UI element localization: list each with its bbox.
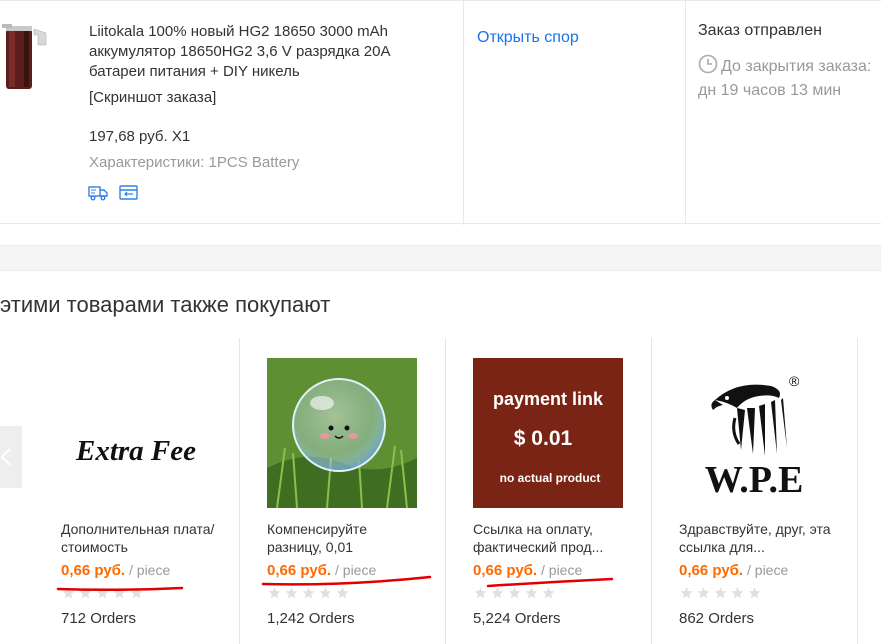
product-card[interactable]: payment link $ 0.01 no actual product Сс… [473, 338, 663, 644]
price-amount: 0,66 руб. [473, 562, 538, 579]
product-card[interactable]: ® W.P.E Здравствуйте, друг, эта ссылка д… [679, 338, 869, 644]
column-divider [685, 1, 686, 225]
clock-icon [698, 54, 718, 80]
price-unit: / piece [331, 562, 377, 578]
rating-stars [61, 586, 146, 600]
star-icon [78, 586, 93, 600]
star-icon [507, 586, 522, 600]
orders-count: 5,224 Orders [473, 610, 561, 627]
product-price: 0,66 руб. / piece [473, 562, 582, 579]
chevron-left-icon [0, 448, 22, 492]
product-card[interactable]: Компенсируйте разницу, 0,01 0,66 руб. / … [267, 338, 457, 644]
order-status: Заказ отправлен [698, 22, 822, 39]
price-amount: 0,66 руб. [61, 562, 126, 579]
star-icon [284, 586, 299, 600]
image-line-1: payment link [493, 389, 604, 409]
star-icon [524, 586, 539, 600]
product-title[interactable]: Здравствуйте, друг, эта ссылка для... [679, 520, 834, 556]
order-close-countdown: До закрытия заказа: дн 19 часов 13 мин [698, 54, 881, 101]
product-image[interactable]: ® W.P.E [679, 358, 829, 508]
orders-count: 862 Orders [679, 610, 755, 627]
rating-stars [679, 586, 764, 600]
star-icon [318, 586, 333, 600]
price-unit: / piece [743, 562, 789, 578]
product-image[interactable]: payment link $ 0.01 no actual product [473, 358, 623, 508]
product-price: 0,66 руб. / piece [679, 562, 788, 579]
product-price: 0,66 руб. / piece [267, 562, 376, 579]
star-icon [267, 586, 282, 600]
price-quantity: 197,68 руб. X1 [89, 128, 191, 145]
rating-stars [267, 586, 352, 600]
column-divider [463, 1, 464, 225]
order-snapshot-link[interactable]: [Скриншот заказа] [89, 89, 216, 106]
countdown-value: дн 19 часов 13 мин [698, 82, 842, 99]
image-line-2: $ 0.01 [514, 427, 573, 450]
star-icon [747, 586, 762, 600]
price-amount: 0,66 руб. [267, 562, 332, 579]
star-icon [95, 586, 110, 600]
product-title[interactable]: Liitokala 100% новый HG2 18650 3000 mAh … [89, 22, 434, 82]
carousel-prev-button[interactable] [0, 426, 22, 488]
star-icon [129, 586, 144, 600]
star-icon [61, 586, 76, 600]
recommendations-title: этими товарами также покупают [0, 292, 331, 317]
order-row: Liitokala 100% новый HG2 18650 3000 mAh … [0, 0, 881, 225]
star-icon [473, 586, 488, 600]
battery-thumbnail[interactable] [0, 23, 52, 93]
truck-icon[interactable] [88, 184, 109, 206]
product-title[interactable]: Компенсируйте разницу, 0,01 [267, 520, 422, 556]
countdown-label: До закрытия заказа: [721, 58, 872, 75]
product-title[interactable]: Дополнительная плата/стоимость [61, 520, 216, 556]
star-icon [490, 586, 505, 600]
product-image[interactable] [267, 358, 417, 508]
star-icon [679, 586, 694, 600]
price-unit: / piece [537, 562, 583, 578]
star-icon [112, 586, 127, 600]
star-icon [335, 586, 350, 600]
rating-stars [473, 586, 558, 600]
orders-count: 712 Orders [61, 610, 137, 627]
product-title[interactable]: Ссылка на оплату, фактический прод... [473, 520, 628, 556]
price-unit: / piece [125, 562, 171, 578]
star-icon [541, 586, 556, 600]
open-dispute-link[interactable]: Открыть спор [477, 29, 579, 47]
section-separator [0, 245, 881, 271]
product-image[interactable]: Extra Fee [61, 358, 211, 508]
product-price: 0,66 руб. / piece [61, 562, 170, 579]
star-icon [713, 586, 728, 600]
price-amount: 0,66 руб. [679, 562, 744, 579]
product-specs: Характеристики: 1PCS Battery [89, 154, 300, 171]
image-text: Extra Fee [75, 435, 196, 467]
registered-mark: ® [789, 373, 800, 389]
star-icon [730, 586, 745, 600]
image-line-3: no actual product [500, 471, 601, 485]
product-card[interactable]: Extra Fee Дополнительная плата/стоимость… [61, 338, 251, 644]
star-icon [696, 586, 711, 600]
receipt-icon[interactable] [119, 184, 139, 206]
image-text: W.P.E [705, 459, 804, 501]
orders-count: 1,242 Orders [267, 610, 355, 627]
star-icon [301, 586, 316, 600]
